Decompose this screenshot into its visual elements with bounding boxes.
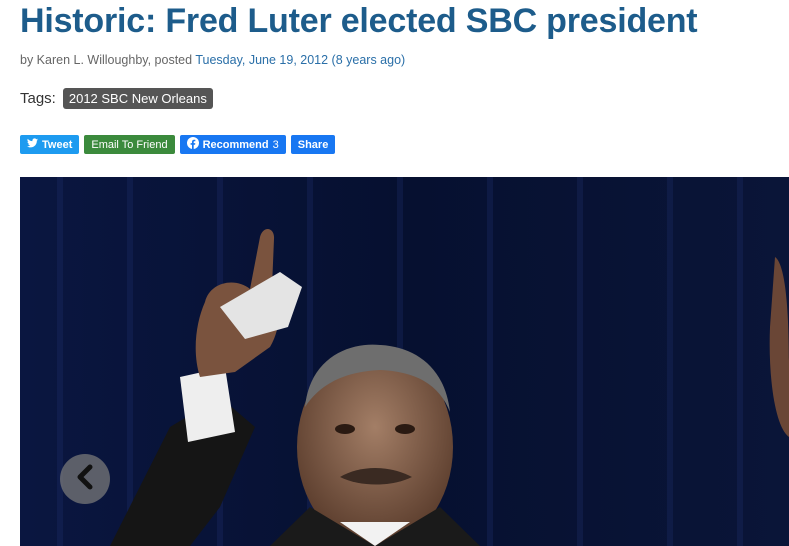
share-bar: Tweet Email To Friend Recommend 3 Share [20, 135, 336, 154]
byline-author: by Karen L. Willoughby, posted [20, 53, 196, 67]
photo-illustration [20, 177, 789, 546]
share-label: Share [297, 138, 329, 151]
article-page: Historic: Fred Luter elected SBC preside… [0, 0, 789, 546]
facebook-share-button[interactable]: Share [290, 135, 336, 154]
post-date-link[interactable]: Tuesday, June 19, 2012 (8 years ago) [195, 53, 405, 67]
twitter-icon [27, 138, 38, 151]
chevron-left-icon [74, 464, 96, 495]
recommend-label: Recommend [202, 138, 269, 151]
tweet-label: Tweet [42, 138, 73, 151]
email-label: Email To Friend [91, 138, 168, 151]
recommend-count: 3 [272, 138, 279, 151]
article-photo [20, 177, 789, 546]
article-title: Historic: Fred Luter elected SBC preside… [20, 2, 698, 40]
facebook-icon [186, 137, 199, 152]
email-to-friend-button[interactable]: Email To Friend [84, 135, 175, 154]
tags-row: Tags: 2012 SBC New Orleans [20, 88, 213, 109]
slideshow-prev-button[interactable] [60, 454, 110, 504]
tweet-button[interactable]: Tweet [20, 135, 80, 154]
article-byline: by Karen L. Willoughby, posted Tuesday, … [20, 53, 405, 67]
facebook-recommend-button[interactable]: Recommend 3 [179, 135, 286, 154]
tag-chip[interactable]: 2012 SBC New Orleans [62, 88, 213, 109]
tags-label: Tags: [20, 90, 56, 107]
